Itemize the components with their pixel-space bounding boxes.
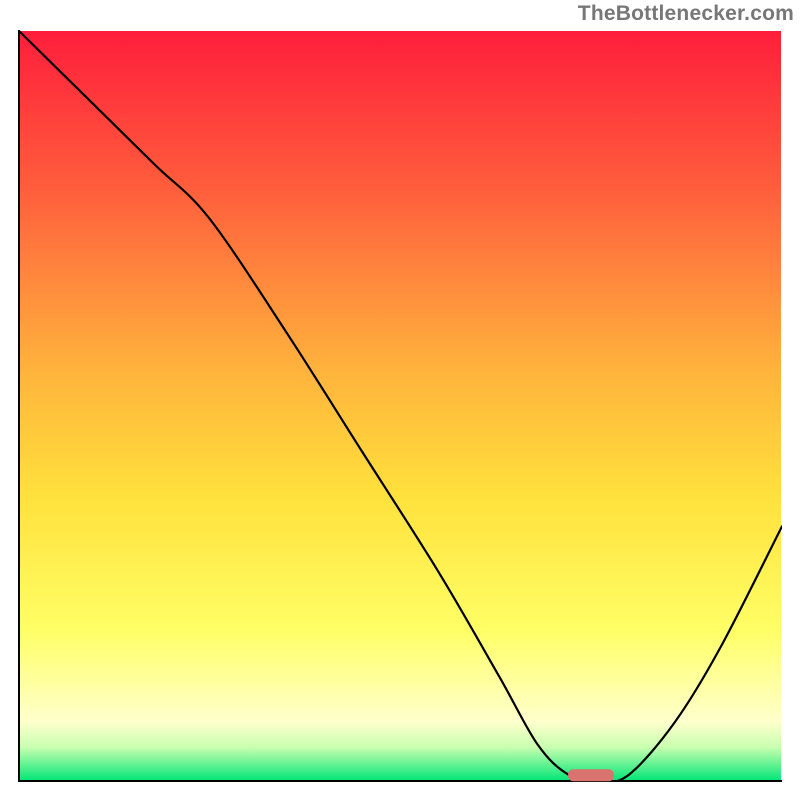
attribution-label: TheBottlenecker.com (578, 2, 794, 26)
chart-container: TheBottlenecker.com (0, 0, 800, 800)
bottleneck-chart (18, 30, 782, 782)
optimal-marker (568, 769, 614, 781)
